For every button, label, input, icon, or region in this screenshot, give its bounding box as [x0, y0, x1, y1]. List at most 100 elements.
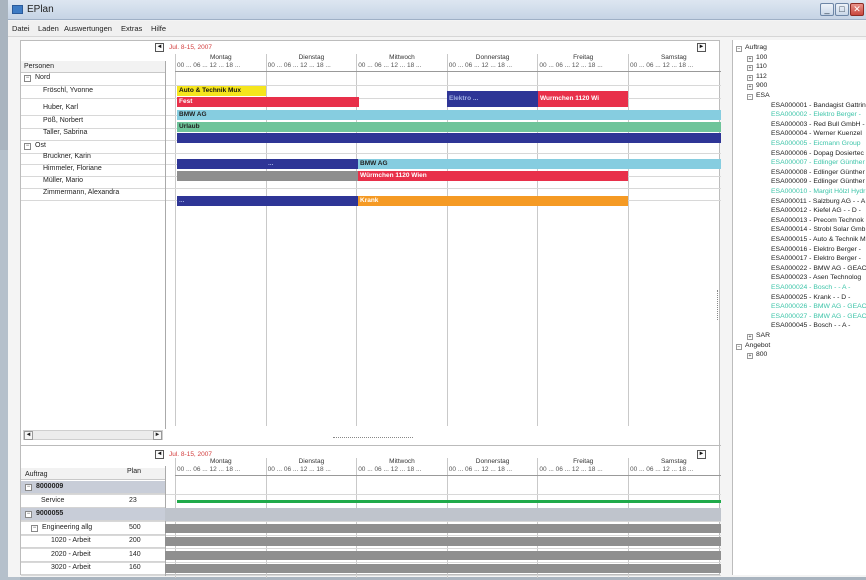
tree-node[interactable]: ESA000017 - Elektro Berger -	[771, 255, 861, 262]
menu-extras[interactable]: Extras	[121, 24, 142, 33]
tree-node[interactable]: ESA000027 - BMW AG - GEAC	[771, 313, 866, 320]
person-row[interactable]: Himmeler, Floriane	[21, 164, 165, 176]
group-row[interactable]: − Ost	[21, 141, 165, 153]
collapse-icon[interactable]: −	[24, 143, 31, 150]
order-row[interactable]: −8000009	[21, 481, 165, 494]
expand-icon[interactable]: +	[747, 353, 753, 360]
person-row[interactable]: Pöß, Norbert	[21, 116, 165, 128]
collapse-icon[interactable]: −	[747, 94, 753, 100]
person-row[interactable]: Fröschl, Yvonne	[21, 86, 165, 98]
tree-node[interactable]: ESA000016 - Elektro Berger -	[771, 246, 861, 253]
expand-icon[interactable]: +	[747, 55, 753, 62]
tree-node[interactable]: 100	[756, 54, 767, 61]
tree-node[interactable]: ESA000007 - Edlinger Günther	[771, 159, 865, 166]
task-row[interactable]: − Engineering allg 500	[21, 522, 165, 535]
assignment-bar[interactable]	[177, 133, 721, 143]
prev-week-button[interactable]: ◄	[155, 43, 164, 52]
assignment-bar[interactable]: Krank	[358, 196, 628, 206]
tree-node[interactable]: ESA000006 - Dopag Dosiertec	[771, 150, 864, 157]
close-icon[interactable]: ✕	[850, 3, 864, 16]
tree-node[interactable]: ESA000011 - Salzburg AG - - A	[771, 198, 865, 205]
expand-icon[interactable]: +	[747, 334, 753, 340]
menu-auswertungen[interactable]: Auswertungen	[64, 24, 112, 33]
assignment-bar[interactable]: Urlaub	[177, 122, 721, 132]
splitter-handle[interactable]	[333, 437, 413, 441]
tree-node[interactable]: ESA000003 - Red Bull GmbH -	[771, 121, 865, 128]
vertical-splitter[interactable]	[717, 290, 720, 320]
assignment-bar[interactable]: Würmchen 1120 Wien	[358, 171, 628, 181]
tree-node[interactable]: Angebot	[745, 342, 770, 349]
collapse-icon[interactable]: −	[25, 511, 32, 518]
tree-node[interactable]: ESA000023 - Asen Technolog	[771, 274, 861, 281]
expand-icon[interactable]: +	[747, 65, 753, 72]
tree-node[interactable]: Auftrag	[745, 44, 767, 51]
collapse-icon[interactable]: −	[31, 525, 38, 532]
menu-datei[interactable]: Datei	[12, 24, 30, 33]
group-row[interactable]: − Nord	[21, 73, 165, 85]
tree-node[interactable]: ESA000015 - Auto & Technik M	[771, 236, 866, 243]
plan-bar[interactable]	[165, 564, 721, 573]
tree-node[interactable]: ESA000001 - Bandagist Gattrin	[771, 102, 866, 109]
person-row[interactable]: Bruckner, Karin	[21, 152, 165, 164]
next-week-button[interactable]: ►	[697, 43, 706, 52]
persons-scrollbar[interactable]: ◄ ►	[23, 430, 163, 440]
tree-node[interactable]: 110	[756, 63, 767, 70]
assignment-bar[interactable]: Fest	[177, 97, 359, 107]
collapse-icon[interactable]: −	[24, 75, 31, 82]
plan-bar[interactable]	[165, 551, 721, 560]
person-row[interactable]: Müller, Mario	[21, 176, 165, 188]
expand-icon[interactable]: +	[747, 84, 753, 91]
scroll-right-button[interactable]: ►	[153, 431, 162, 440]
assignment-bar[interactable]: ...	[266, 159, 358, 169]
menu-hilfe[interactable]: Hilfe	[151, 24, 166, 33]
collapse-icon[interactable]: −	[25, 484, 32, 491]
assignment-bar[interactable]: BMW AG	[358, 159, 721, 169]
task-row[interactable]: 1020 - Arbeit 200	[21, 535, 165, 548]
assignment-bar[interactable]: Wurmchen 1120 Wi	[538, 91, 628, 107]
tree-node[interactable]: ESA000005 - Eicmann Group	[771, 140, 861, 147]
order-row[interactable]: −9000055	[21, 508, 165, 521]
tree-node[interactable]: ESA	[756, 92, 770, 99]
tree-node[interactable]: ESA000045 - Bosch - - A -	[771, 322, 850, 329]
tree-node[interactable]: ESA000013 - Precom Technok	[771, 217, 864, 224]
tree-node[interactable]: ESA000025 - Krank - - D -	[771, 294, 850, 301]
assignment-bar[interactable]: BMW AG	[177, 110, 721, 120]
task-row[interactable]: 3020 - Arbeit 160	[21, 562, 165, 575]
plan-bar[interactable]	[165, 537, 721, 546]
scroll-left-button[interactable]: ◄	[24, 431, 33, 440]
menu-laden[interactable]: Laden	[38, 24, 59, 33]
expand-icon[interactable]: +	[747, 74, 753, 81]
tree-node[interactable]: ESA000002 - Elektro Berger -	[771, 111, 861, 118]
task-row[interactable]: 2020 - Arbeit 140	[21, 549, 165, 562]
tree-node[interactable]: ESA000009 - Edlinger Günther	[771, 178, 865, 185]
collapse-icon[interactable]: −	[736, 343, 742, 350]
minimize-icon[interactable]: _	[820, 3, 834, 16]
tree-node[interactable]: ESA000012 - Kiefel AG - - D -	[771, 207, 861, 214]
tree-node[interactable]: ESA000010 - Margit Hölzl Hydr	[771, 188, 865, 195]
plan-bar[interactable]	[165, 524, 721, 533]
tree-node[interactable]: ESA000022 - BMW AG - GEAC	[771, 265, 866, 272]
tree-node[interactable]: ESA000004 - Werner Kuenzel	[771, 130, 862, 137]
prev-week-button-2[interactable]: ◄	[155, 450, 164, 459]
tree-node[interactable]: ESA000026 - BMW AG - GEAC	[771, 303, 866, 310]
assignment-bar[interactable]	[177, 171, 358, 181]
task-row[interactable]: Service 23	[21, 495, 165, 508]
tree-node[interactable]: ESA000024 - Bosch - - A -	[771, 284, 850, 291]
assignment-bar[interactable]: Auto & Technik Mux	[177, 86, 266, 96]
collapse-icon[interactable]: −	[736, 46, 742, 52]
tree-node[interactable]: ESA000008 - Edlinger Günther	[771, 169, 865, 176]
person-row[interactable]: Taller, Sabrina	[21, 128, 165, 140]
plan-bar[interactable]	[177, 500, 721, 503]
maximize-icon[interactable]: □	[835, 3, 849, 16]
person-row[interactable]: Huber, Karl	[21, 103, 165, 115]
tree-node[interactable]: 800	[756, 351, 767, 358]
tree-node[interactable]: 112	[756, 73, 767, 80]
assignment-bar[interactable]: Elektro ...	[447, 91, 538, 107]
tree-node[interactable]: SAR	[756, 332, 770, 339]
assignment-bar[interactable]: ...	[177, 196, 358, 206]
eplan-window: EPlan _ □ ✕ Datei Laden Auswertungen Ext…	[8, 0, 866, 578]
hour-ticks: 00 ... 06 ... 12 ... 18 ...	[448, 62, 513, 69]
person-row[interactable]: Zimmermann, Alexandra	[21, 188, 165, 200]
tree-node[interactable]: 900	[756, 82, 767, 89]
tree-node[interactable]: ESA000014 - Strobl Solar GmbH	[771, 226, 866, 233]
